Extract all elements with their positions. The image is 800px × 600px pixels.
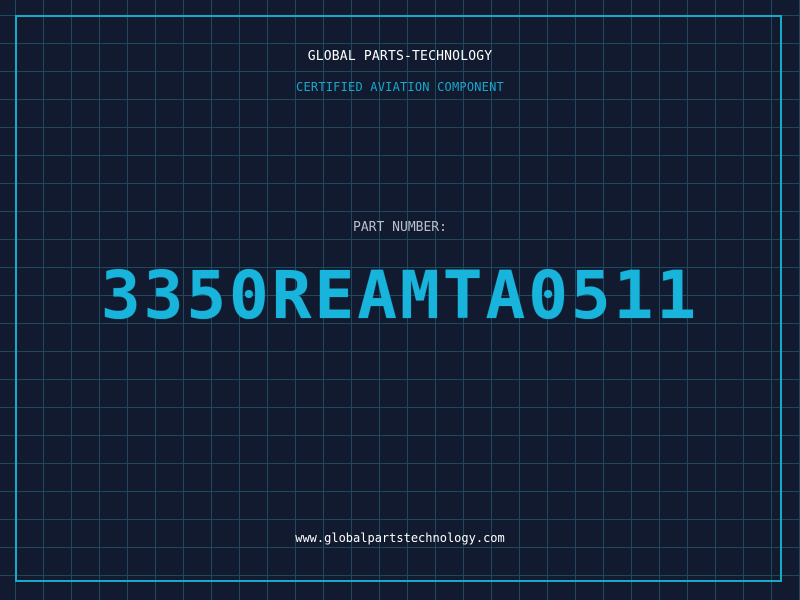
company-name: GLOBAL PARTS-TECHNOLOGY (307, 49, 493, 64)
part-label-card: GLOBAL PARTS-TECHNOLOGY CERTIFIED AVIATI… (0, 0, 800, 600)
certification-subtitle: CERTIFIED AVIATION COMPONENT (296, 80, 504, 94)
part-number-label: PART NUMBER: (353, 220, 447, 235)
part-number-value: 3350REAMTA0511 (100, 257, 700, 334)
website-url: www.globalpartstechnology.com (295, 531, 505, 545)
